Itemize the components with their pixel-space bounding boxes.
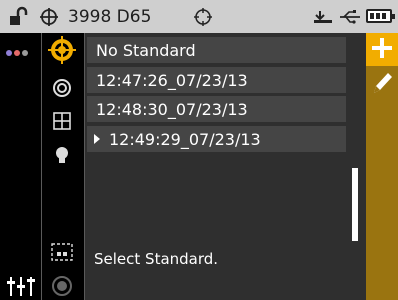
battery-icon [366,9,395,23]
bulb-icon[interactable] [42,144,82,168]
pencil-icon [370,69,394,99]
mode-sidebar [41,33,85,300]
scrollbar-thumb[interactable] [352,168,358,241]
device-screen: 3998 D65 No Standard 12:47:26_07/23/13 1… [0,0,398,300]
status-bar: 3998 D65 [0,0,398,33]
list-item-label: No Standard [96,40,196,60]
list-item-label: 12:49:29_07/23/13 [109,129,261,149]
device-icon [312,0,334,33]
add-button[interactable] [366,33,398,66]
target-gold-icon[interactable] [42,35,82,65]
lock-open-icon [8,0,30,33]
color-dots-icon[interactable] [6,50,28,56]
left-column [0,33,41,300]
crosshair-circle-icon [38,0,60,33]
dashed-square-icon[interactable] [42,239,82,265]
grid-icon[interactable] [42,109,82,133]
status-message: Select Standard. [94,250,219,268]
instrument-title: 3998 D65 [68,6,152,27]
concentric-circle-icon[interactable] [42,76,82,100]
plus-icon [371,37,393,63]
usb-icon [338,0,362,33]
edit-button[interactable] [366,67,398,101]
sliders-icon[interactable] [6,275,36,300]
list-item[interactable]: 12:48:30_07/23/13 [87,96,346,122]
list-item-selected[interactable]: 12:49:29_07/23/13 [87,126,346,152]
target-icon [193,0,213,33]
list-item-label: 12:48:30_07/23/13 [96,99,248,119]
list-item-label: 12:47:26_07/23/13 [96,70,248,90]
radio-circle-icon[interactable] [42,273,82,299]
selection-arrow-icon [94,134,100,144]
list-item[interactable]: No Standard [87,37,346,63]
action-column [366,33,398,300]
list-item[interactable]: 12:47:26_07/23/13 [87,67,346,93]
